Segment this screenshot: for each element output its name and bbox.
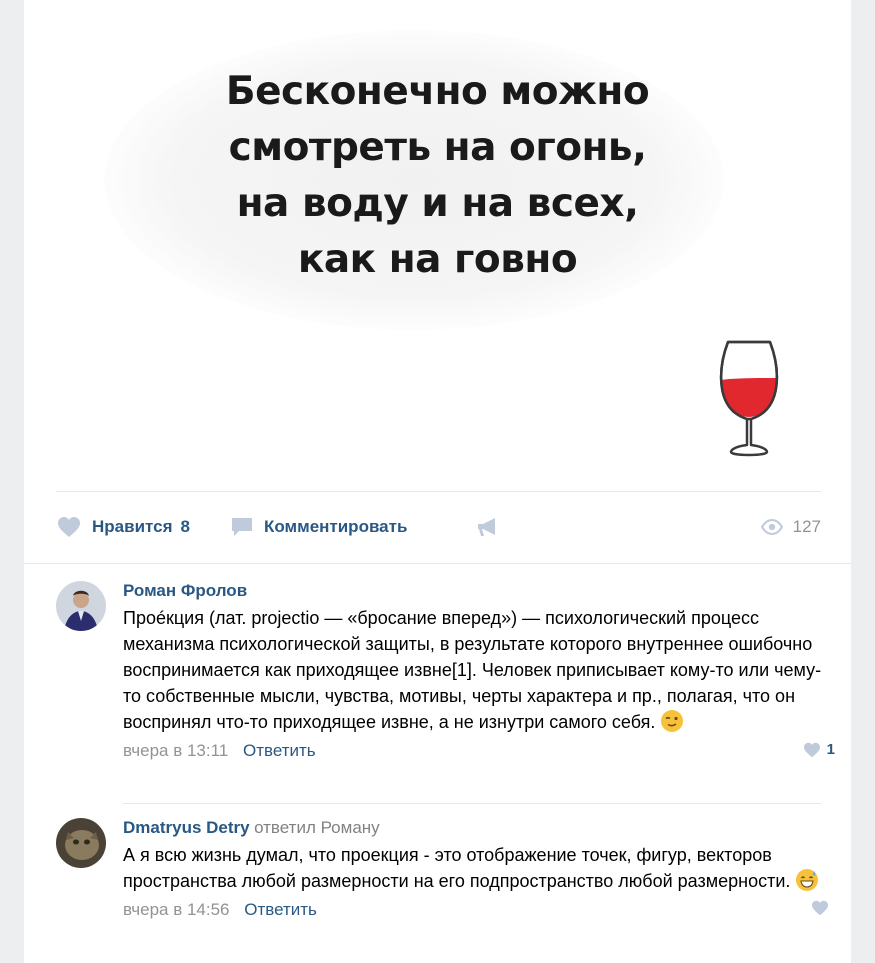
heart-icon: [812, 900, 828, 916]
comment-time[interactable]: вчера в 13:11: [123, 741, 228, 760]
heart-icon: [58, 517, 80, 537]
comment-label: Комментировать: [264, 517, 408, 536]
reply-button[interactable]: Ответить: [243, 741, 316, 760]
comment-body: Роман Фролов Проéкция (лат. projectio — …: [123, 581, 835, 761]
comment-text-content: А я всю жизнь думал, что проекция - это …: [123, 845, 791, 891]
comment-time[interactable]: вчера в 14:56: [123, 900, 230, 919]
reply-button[interactable]: Ответить: [244, 900, 317, 919]
divider: [56, 491, 821, 492]
comment-meta: вчера в 13:11 Ответить 1: [123, 741, 835, 761]
like-label: Нравится: [92, 517, 173, 536]
comment-text: А я всю жизнь думал, что проекция - это …: [123, 842, 823, 894]
avatar-photo: [56, 581, 106, 631]
comment-text: Проéкция (лат. projectio — «бросание впе…: [123, 605, 823, 735]
views-counter: 127: [760, 512, 821, 542]
comment-author[interactable]: Dmatryus Detry: [123, 818, 250, 837]
like-button[interactable]: Нравится 8: [56, 512, 190, 542]
reply-to-label[interactable]: ответил Роману: [254, 818, 380, 837]
comment-meta: вчера в 14:56 Ответить: [123, 900, 828, 920]
comment-bubble-icon: [232, 518, 252, 536]
divider: [24, 563, 851, 564]
divider: [123, 803, 821, 804]
like-count: 8: [180, 517, 190, 536]
comment-button[interactable]: Комментировать: [230, 512, 407, 542]
post-actions: Нравится 8 Комментировать 127: [56, 512, 821, 542]
comment-like-count: 1: [826, 741, 835, 758]
avatar-photo: [56, 818, 106, 868]
comment-author[interactable]: Роман Фролов: [123, 581, 247, 600]
views-count: 127: [792, 517, 821, 536]
wine-glass-icon: [719, 340, 779, 457]
comment-body: Dmatryus Detry ответил Роману А я всю жи…: [123, 818, 828, 920]
heart-icon: [803, 742, 820, 757]
comment-like-button[interactable]: 1: [803, 741, 835, 758]
grinning-sweat-emoji: [796, 869, 819, 891]
avatar[interactable]: [56, 581, 106, 631]
post-image[interactable]: Бесконечно можно смотреть на огонь, на в…: [24, 0, 851, 490]
winking-face-emoji: [661, 710, 684, 732]
comment-text-content: Проéкция (лат. projectio — «бросание впе…: [123, 608, 822, 732]
avatar[interactable]: [56, 818, 106, 868]
eye-icon: [760, 519, 783, 535]
share-button[interactable]: [476, 512, 500, 542]
comment-like-button[interactable]: [811, 900, 835, 916]
megaphone-icon: [478, 518, 495, 536]
post-card: Бесконечно можно смотреть на огонь, на в…: [24, 0, 851, 963]
quote-text: Бесконечно можно смотреть на огонь, на в…: [225, 69, 650, 282]
